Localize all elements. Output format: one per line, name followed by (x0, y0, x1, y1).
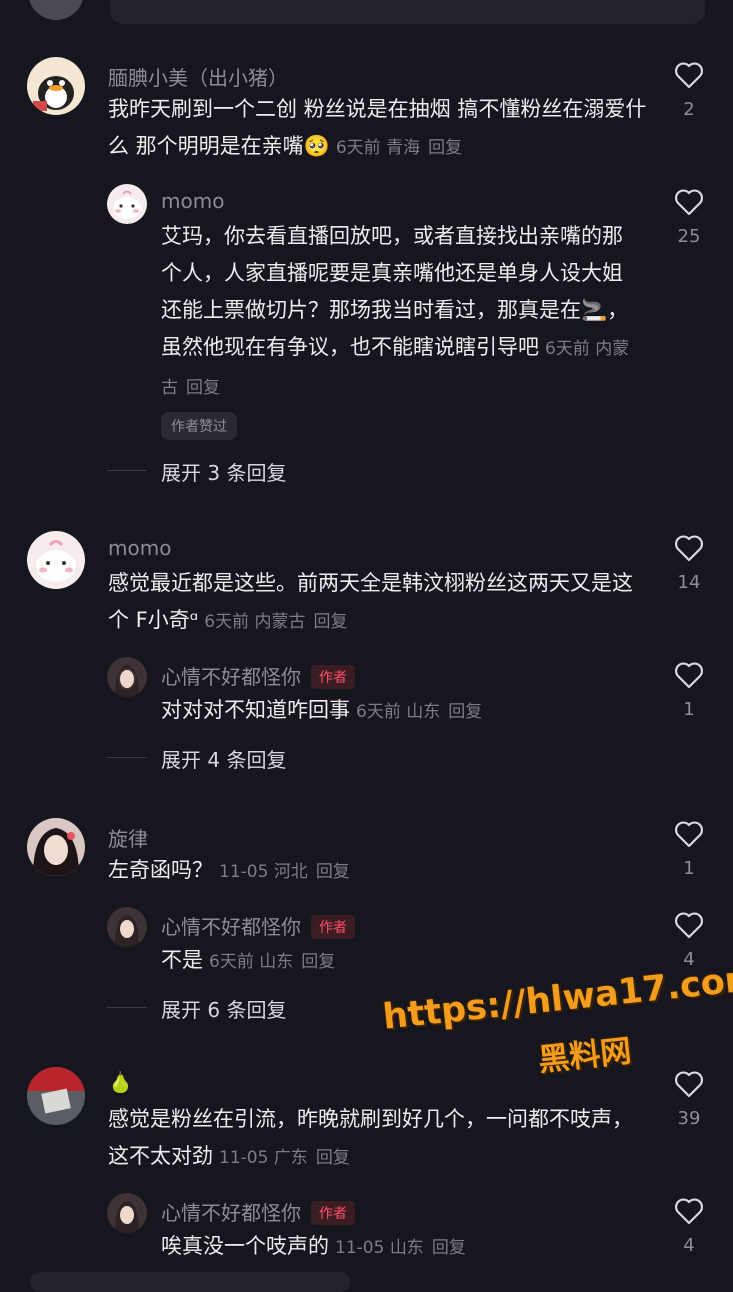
expand-replies-button[interactable]: 展开 3 条回复 (161, 457, 286, 486)
reply-button[interactable]: 回复 (314, 612, 348, 632)
watermark-name: 黑料网 (536, 1033, 633, 1079)
avatar[interactable] (107, 907, 147, 947)
heart-icon[interactable] (674, 1197, 704, 1225)
like-count: 39 (677, 1108, 701, 1129)
avatar[interactable] (107, 184, 147, 224)
like-count: 14 (677, 572, 701, 593)
divider (107, 470, 147, 471)
like-count: 1 (683, 699, 695, 720)
reply-username: 心情不好都怪你 作者 (161, 1197, 355, 1227)
comment-text: 左奇函吗？ 11-05 河北 回复 (108, 858, 350, 882)
divider (107, 1007, 147, 1008)
heart-icon[interactable] (674, 534, 704, 562)
comment-meta: 6天前 青海 回复 (335, 138, 463, 158)
author-badge: 作者 (311, 1200, 355, 1225)
author-badge: 作者 (311, 664, 355, 689)
like-count: 2 (683, 99, 695, 120)
reply-text: 对对对不知道咋回事 6天前 山东 回复 (161, 698, 483, 722)
like-count: 25 (677, 226, 701, 247)
reply-username: 心情不好都怪你 作者 (161, 911, 355, 941)
heart-icon[interactable] (674, 61, 704, 89)
reply-button[interactable]: 回复 (432, 1238, 466, 1258)
author-liked-tag: 作者赞过 (161, 412, 237, 440)
avatar[interactable] (107, 657, 147, 697)
comment-username[interactable]: momo (108, 536, 171, 560)
avatar[interactable] (27, 1067, 85, 1125)
expand-replies-button[interactable]: 展开 4 条回复 (161, 744, 286, 773)
avatar[interactable] (27, 818, 85, 876)
like-count: 1 (683, 858, 695, 879)
like-count: 4 (683, 1235, 695, 1256)
author-badge: 作者 (311, 914, 355, 939)
reply-button[interactable]: 回复 (316, 1148, 350, 1168)
reply-button[interactable]: 回复 (301, 952, 335, 972)
reply-username: 心情不好都怪你 作者 (161, 661, 355, 691)
reply-button[interactable]: 回复 (316, 862, 350, 882)
comment-meta: 6天前 内蒙古 回复 (204, 612, 348, 632)
reply-button[interactable]: 回复 (428, 138, 462, 158)
expand-replies-button[interactable]: 展开 6 条回复 (161, 994, 286, 1023)
comment-text: 感觉最近都是这些。前两天全是韩汶栩粉丝这两天又是这个 F小奇ᵅ 6天前 内蒙古 回复 (108, 571, 633, 632)
heart-icon[interactable] (674, 1070, 704, 1098)
reply-text: 唉真没一个吱声的 11-05 山东 回复 (161, 1234, 466, 1258)
avatar[interactable] (27, 57, 85, 115)
avatar[interactable] (28, 0, 84, 20)
comment-text: 我昨天刷到一个二创 粉丝说是在抽烟 搞不懂粉丝在溺爱什么 那个明明是在亲嘴🥺 6天… (108, 97, 647, 158)
emoji: 🚬 (581, 298, 608, 322)
comment-meta: 11-05 河北 回复 (219, 862, 350, 882)
top-input-bar (110, 0, 705, 24)
comment-username[interactable]: 腼腆小美（出小猪） (108, 62, 288, 91)
reply-username[interactable]: momo (161, 189, 224, 213)
divider (107, 757, 147, 758)
reply-button[interactable]: 回复 (186, 378, 220, 398)
reply-meta: 6天前 山东 回复 (209, 952, 336, 972)
heart-icon[interactable] (674, 188, 704, 216)
comment-meta: 11-05 广东 回复 (219, 1148, 350, 1168)
heart-icon[interactable] (674, 911, 704, 939)
reply-button[interactable]: 回复 (448, 702, 482, 722)
reply-meta: 11-05 山东 回复 (335, 1238, 466, 1258)
comment-username[interactable]: 旋律 (108, 823, 148, 852)
reply-meta: 6天前 山东 回复 (356, 702, 483, 722)
reply-text: 艾玛，你去看直播回放吧，或者直接找出亲嘴的那个人，人家直播呢要是真亲嘴他还是单身… (161, 224, 630, 398)
avatar[interactable] (107, 1193, 147, 1233)
reply-text: 不是 6天前 山东 回复 (161, 948, 336, 972)
heart-icon[interactable] (674, 820, 704, 848)
comment-text: 感觉是粉丝在引流，昨晚就刷到好几个，一问都不吱声，这不太对劲 11-05 广东 回复 (108, 1107, 633, 1168)
bottom-bar (30, 1272, 350, 1292)
heart-icon[interactable] (674, 661, 704, 689)
emoji: 🥺 (303, 134, 330, 158)
avatar[interactable] (27, 531, 85, 589)
comment-username[interactable]: 🍐 (108, 1070, 133, 1094)
